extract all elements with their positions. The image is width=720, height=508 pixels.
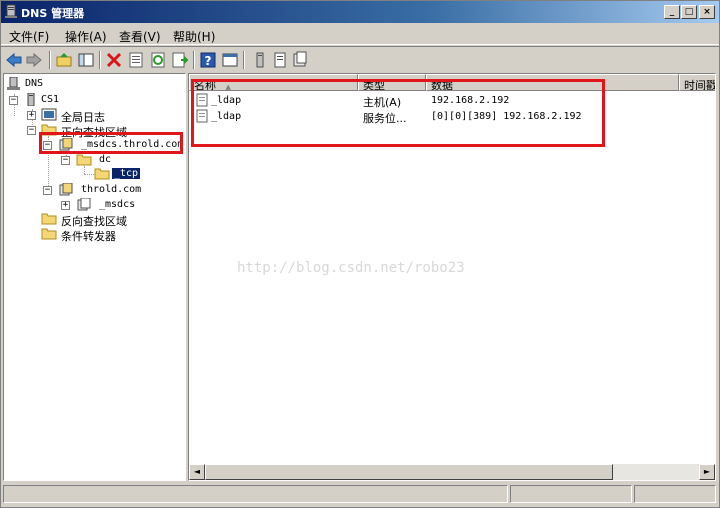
collapse-toggle[interactable]: − [9,96,18,105]
title-bar[interactable]: DNS 管理器 _ □ × [1,1,719,23]
console-icon[interactable] [221,51,239,69]
delegation-icon [77,198,91,211]
toolbar-separator [243,51,245,69]
collapse-toggle[interactable]: − [61,156,70,165]
highlight-box-tree [39,132,183,154]
folder-icon [41,213,57,225]
delete-icon[interactable] [105,51,123,69]
tree-line [84,174,94,175]
show-hide-tree-icon[interactable] [77,51,95,69]
watermark-text: http://blog.csdn.net/robo23 [237,260,465,276]
dns-app-icon [5,4,17,18]
folder-icon [94,168,110,180]
svg-text:?: ? [205,54,212,68]
dns-manager-window: DNS 管理器 _ □ × 文件(F) 操作(A) 查看(V) 帮助(H) ? … [0,0,720,508]
zone-icon [59,183,73,196]
event-log-icon [41,108,57,121]
menu-file[interactable]: 文件(F) [9,28,49,45]
tree-label: _tcp [112,168,141,179]
menu-action[interactable]: 操作(A) [65,28,107,45]
toolbar-separator [49,51,51,69]
highlight-box-records [191,79,605,147]
horizontal-scrollbar[interactable]: ◄ ► [189,464,715,480]
close-button[interactable]: × [699,5,715,19]
back-arrow-icon[interactable] [5,51,23,69]
tree-label: 全局日志 [61,111,105,124]
status-panel [3,485,508,503]
scroll-left-button[interactable]: ◄ [189,464,205,480]
expand-toggle[interactable]: + [61,201,70,210]
menu-help[interactable]: 帮助(H) [173,28,215,45]
status-bar [1,483,719,507]
server-icon[interactable] [251,51,269,69]
scroll-right-button[interactable]: ► [699,464,715,480]
zone-icon[interactable] [291,51,309,69]
menu-view[interactable]: 查看(V) [119,28,161,45]
server-icon [27,93,35,106]
properties-icon[interactable] [127,51,145,69]
dns-root-icon [7,77,20,90]
tree-line [84,166,85,174]
column-header-timestamp[interactable]: 时间戳 [679,74,715,91]
tree-label: 反向查找区域 [61,215,127,228]
toolbar-separator [99,51,101,69]
refresh-icon[interactable] [149,51,167,69]
expand-toggle[interactable]: + [27,111,36,120]
collapse-toggle[interactable]: − [27,126,36,135]
status-panel [510,485,632,503]
up-folder-icon[interactable] [55,51,73,69]
tree-label: 条件转发器 [61,230,116,243]
tree-label: _msdcs [99,199,136,210]
toolbar: ? [1,46,719,72]
menu-bar: 文件(F) 操作(A) 查看(V) 帮助(H) [1,23,719,45]
export-list-icon[interactable] [171,51,189,69]
forward-arrow-icon[interactable] [25,51,43,69]
status-panel [634,485,716,503]
collapse-toggle[interactable]: − [43,186,52,195]
list-icon[interactable] [271,51,289,69]
window-title: DNS 管理器 [21,7,85,20]
tree-label: throld.com [81,184,142,195]
help-icon[interactable]: ? [199,51,217,69]
tree-label: dc [99,154,112,165]
folder-icon [76,154,92,166]
tree-label: DNS [25,78,44,89]
toolbar-separator [193,51,195,69]
scroll-thumb[interactable] [205,464,613,480]
tree-label: CS1 [41,94,60,105]
folder-icon [41,228,57,240]
maximize-button[interactable]: □ [681,5,697,19]
minimize-button[interactable]: _ [664,5,680,19]
